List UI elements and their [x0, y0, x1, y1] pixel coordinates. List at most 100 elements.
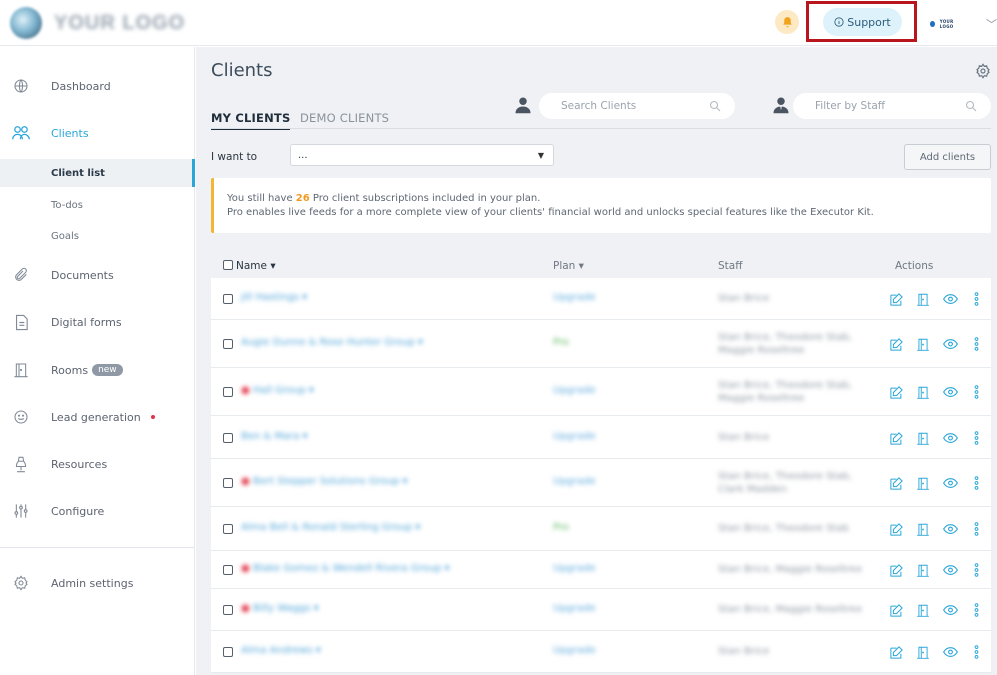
room-door-icon[interactable]: [915, 430, 931, 446]
table-row[interactable]: Augie Dunne & Rose Hunter Group ▾ Pro Stan…: [211, 320, 991, 368]
row-checkbox[interactable]: [223, 524, 233, 534]
row-checkbox[interactable]: [223, 294, 233, 304]
view-eye-icon[interactable]: [942, 430, 958, 446]
row-checkbox[interactable]: [223, 565, 233, 575]
account-menu[interactable]: YOUR LOGO ﹀: [930, 16, 997, 32]
filter-by-staff-input[interactable]: Filter by Staff: [793, 93, 991, 119]
edit-icon[interactable]: [888, 430, 904, 446]
sidebar-item-digital-forms[interactable]: Digital forms: [0, 305, 195, 339]
room-door-icon[interactable]: [915, 336, 931, 352]
room-door-icon[interactable]: [915, 562, 931, 578]
room-door-icon[interactable]: [915, 602, 931, 618]
sidebar-item-admin-settings[interactable]: Admin settings: [0, 566, 195, 600]
edit-icon[interactable]: [888, 562, 904, 578]
plan-link[interactable]: Pro: [553, 522, 569, 533]
notifications-bell-icon[interactable]: [775, 10, 799, 34]
sidebar-item-lead-generation[interactable]: Lead generation: [0, 400, 195, 434]
plan-link[interactable]: Upgrade: [553, 385, 596, 396]
search-clients-input[interactable]: Search Clients: [539, 93, 735, 119]
room-door-icon[interactable]: [915, 384, 931, 400]
table-row[interactable]: Ben & Mara ▾ Upgrade Stan Brice: [211, 416, 991, 459]
sidebar-item-dashboard[interactable]: Dashboard: [0, 69, 195, 103]
row-checkbox[interactable]: [223, 339, 233, 349]
plan-link[interactable]: Upgrade: [553, 292, 596, 303]
row-checkbox[interactable]: [223, 647, 233, 657]
edit-icon[interactable]: [888, 291, 904, 307]
room-door-icon[interactable]: [915, 475, 931, 491]
client-name-link[interactable]: Ben & Mara ▾: [241, 431, 308, 442]
table-row[interactable]: ● Blake Gomez & Wendell Rivera Group ▾ Up…: [211, 551, 991, 589]
room-door-icon[interactable]: [915, 291, 931, 307]
edit-icon[interactable]: [888, 521, 904, 537]
support-button[interactable]: Support: [823, 8, 902, 36]
table-row[interactable]: Alma Andrews ▾ Upgrade Stan Brice: [211, 631, 991, 673]
edit-icon[interactable]: [888, 384, 904, 400]
plan-link[interactable]: Upgrade: [553, 645, 596, 656]
table-row[interactable]: ● Bert Stepper Solutions Group ▾ Upgrade S…: [211, 459, 991, 507]
more-options-icon[interactable]: [973, 336, 979, 352]
app-logo[interactable]: YOUR LOGO: [10, 7, 185, 39]
more-options-icon[interactable]: [973, 291, 979, 307]
chevron-down-icon[interactable]: ﹀: [986, 16, 997, 32]
row-checkbox[interactable]: [223, 478, 233, 488]
sidebar-item-rooms[interactable]: Rooms new: [0, 353, 195, 387]
room-door-icon[interactable]: [915, 521, 931, 537]
sidebar-subitem-goals[interactable]: Goals: [0, 222, 195, 250]
edit-icon[interactable]: [888, 602, 904, 618]
more-options-icon[interactable]: [973, 521, 979, 537]
more-options-icon[interactable]: [973, 602, 979, 618]
more-options-icon[interactable]: [973, 644, 979, 660]
client-name-link[interactable]: ● Blake Gomez & Wendell Rivera Group ▾: [241, 563, 450, 574]
more-options-icon[interactable]: [973, 384, 979, 400]
more-options-icon[interactable]: [973, 430, 979, 446]
view-eye-icon[interactable]: [942, 521, 958, 537]
view-eye-icon[interactable]: [942, 291, 958, 307]
edit-icon[interactable]: [888, 644, 904, 660]
plan-link[interactable]: Upgrade: [553, 431, 596, 442]
i-want-to-select[interactable]: ... ▼: [290, 144, 554, 166]
more-options-icon[interactable]: [973, 562, 979, 578]
edit-icon[interactable]: [888, 475, 904, 491]
column-plan[interactable]: Plan ▾: [553, 260, 584, 272]
sidebar-item-documents[interactable]: Documents: [0, 258, 195, 292]
view-eye-icon[interactable]: [942, 562, 958, 578]
view-eye-icon[interactable]: [942, 336, 958, 352]
tab-demo-clients[interactable]: DEMO CLIENTS: [300, 111, 389, 125]
table-row[interactable]: ● Hall Group ▾ Upgrade Stan Brice, Theodor…: [211, 368, 991, 416]
page-settings-gear-icon[interactable]: [975, 63, 991, 79]
sidebar-item-clients[interactable]: Clients: [0, 116, 195, 150]
sidebar-item-label: To-dos: [51, 199, 83, 211]
view-eye-icon[interactable]: [942, 475, 958, 491]
more-options-icon[interactable]: [973, 475, 979, 491]
client-name-link[interactable]: Alma Bell & Ronald Sterling Group ▾: [241, 522, 420, 533]
row-checkbox[interactable]: [223, 387, 233, 397]
select-all-checkbox[interactable]: [223, 260, 233, 270]
plan-link[interactable]: Pro: [553, 337, 569, 348]
client-name-link[interactable]: Augie Dunne & Rose Hunter Group ▾: [241, 337, 423, 348]
view-eye-icon[interactable]: [942, 644, 958, 660]
room-door-icon[interactable]: [915, 644, 931, 660]
sidebar-subitem-todos[interactable]: To-dos: [0, 191, 195, 219]
row-checkbox[interactable]: [223, 433, 233, 443]
plan-link[interactable]: Upgrade: [553, 563, 596, 574]
table-row[interactable]: Jill Hastings ▾ Upgrade Stan Brice: [211, 278, 991, 320]
client-name-link[interactable]: ● Hall Group ▾: [241, 385, 314, 396]
client-name-link[interactable]: ● Bert Stepper Solutions Group ▾: [241, 476, 407, 487]
client-name-link[interactable]: Jill Hastings ▾: [241, 292, 307, 303]
staff-names: Stan Brice: [718, 432, 770, 443]
add-clients-button[interactable]: Add clients: [904, 144, 991, 170]
sidebar-item-resources[interactable]: Resources: [0, 447, 195, 481]
client-name-link[interactable]: Alma Andrews ▾: [241, 645, 321, 656]
table-row[interactable]: Alma Bell & Ronald Sterling Group ▾ Pro St…: [211, 507, 991, 551]
row-checkbox[interactable]: [223, 605, 233, 615]
edit-icon[interactable]: [888, 336, 904, 352]
client-name-link[interactable]: ● Billy Waggs ▾: [241, 603, 319, 614]
plan-link[interactable]: Upgrade: [553, 476, 596, 487]
table-row[interactable]: ● Billy Waggs ▾ Upgrade Stan Brice, Maggie…: [211, 589, 991, 631]
sidebar-item-configure[interactable]: Configure: [0, 494, 195, 528]
plan-link[interactable]: Upgrade: [553, 603, 596, 614]
view-eye-icon[interactable]: [942, 602, 958, 618]
column-name[interactable]: Name ▾: [223, 260, 276, 272]
sidebar-subitem-client-list[interactable]: Client list: [0, 159, 195, 187]
view-eye-icon[interactable]: [942, 384, 958, 400]
